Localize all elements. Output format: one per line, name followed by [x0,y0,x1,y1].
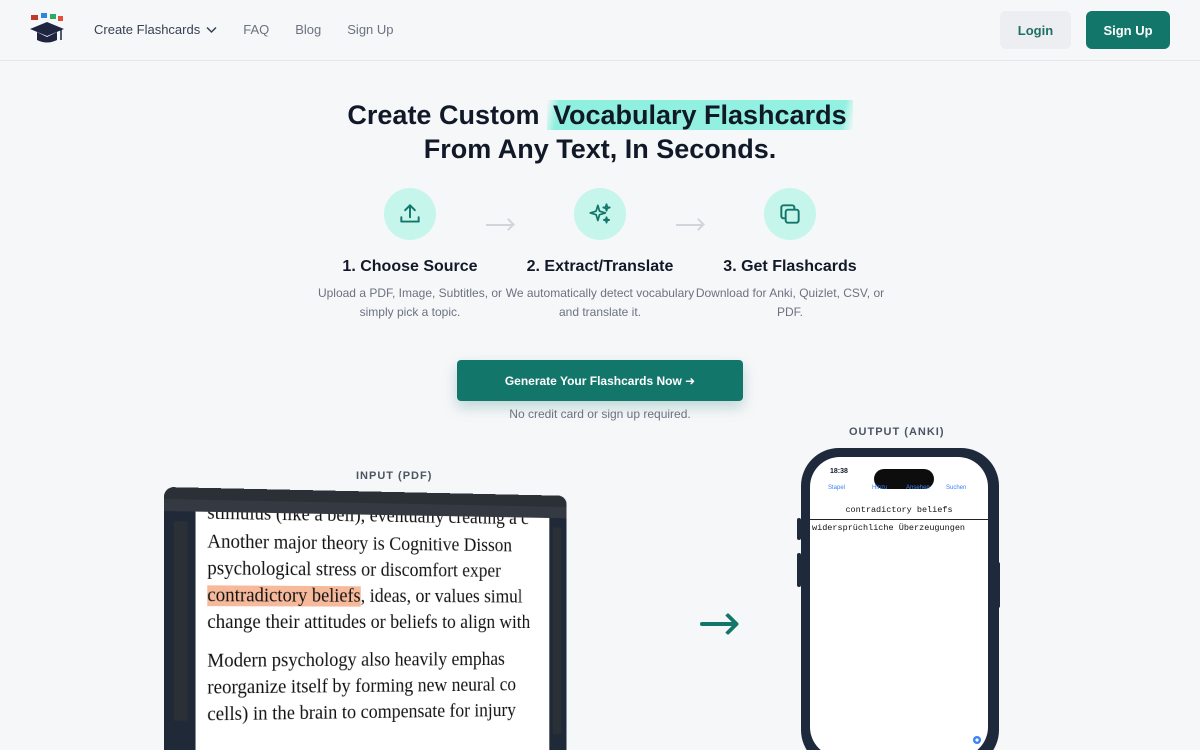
signup-button[interactable]: Sign Up [1086,11,1170,49]
upload-icon [384,188,436,240]
signup-link[interactable]: Sign Up [347,22,393,37]
generate-flashcards-button[interactable]: Generate Your Flashcards Now ➜ [457,360,743,401]
step-title: 3. Get Flashcards [723,258,857,275]
phone-time: 18:38 [830,468,848,475]
hero-title-part1: Create Custom [347,100,540,130]
pdf-line: psychological stress or discomfort exper [207,558,501,582]
pdf-highlight: contradictory beliefs [207,585,361,607]
logo-graduation-cap-icon[interactable] [28,12,66,48]
laptop-pdf-preview: stimulus (like a bell), eventually creat… [164,487,567,750]
phone-screen: 18:38 Stapel Hinzu Ansehen Suchen contra… [810,457,988,750]
anki-tab[interactable]: Ansehen [906,485,930,491]
step-get-flashcards: 3. Get Flashcards Download for Anki, Qui… [695,188,885,321]
create-flashcards-label: Create Flashcards [94,22,201,37]
step-title: 1. Choose Source [342,258,478,275]
pdf-page: stimulus (like a bell), eventually creat… [195,511,550,750]
login-button[interactable]: Login [1000,11,1071,49]
faq-link[interactable]: FAQ [243,22,269,37]
step-description: We automatically detect vocabulary and t… [505,286,695,319]
hero-title-highlight: Vocabulary Flashcards [546,100,853,130]
pdf-line: change their attitudes or beliefs to ali… [207,612,531,633]
sparkles-icon [574,188,626,240]
pdf-tool-palette [173,521,188,721]
create-flashcards-menu[interactable]: Create Flashcards [94,22,217,37]
step-description: Download for Anki, Quizlet, CSV, or PDF. [695,286,885,319]
flashcard-back: widersprüchliche Überzeugungen [812,523,966,533]
step-title: 2. Extract/Translate [526,258,674,275]
anki-tab[interactable]: Hinzu [872,485,887,491]
cta-note: No credit card or sign up required. [509,407,691,421]
pdf-line: Another major theory is Cognitive Disson [207,531,513,557]
copy-icon [764,188,816,240]
hero-title-line2: From Any Text, In Seconds. [423,134,777,164]
pdf-line: cells) in the brain to compensate for in… [207,700,516,726]
hero-title: Create Custom Vocabulary Flashcards From… [0,98,1200,166]
blog-link[interactable]: Blog [295,22,321,37]
phone-anki-preview: 18:38 Stapel Hinzu Ansehen Suchen contra… [801,448,999,750]
step-description: Upload a PDF, Image, Subtitles, or simpl… [317,286,503,319]
output-label: OUTPUT (ANKI) [849,426,945,438]
input-label: INPUT (PDF) [356,470,433,482]
pdf-right-panel [552,527,562,735]
step-choose-source: 1. Choose Source Upload a PDF, Image, Su… [315,188,505,321]
flashcard-front: contradictory beliefs [845,505,953,515]
flashcard-divider [810,519,988,520]
anki-tab[interactable]: Stapel [828,485,845,491]
pdf-line: Modern psychology also heavily emphas [207,649,505,672]
step-extract-translate: 2. Extract/Translate We automatically de… [505,188,695,321]
chevron-down-icon [206,26,217,33]
anki-tab[interactable]: Suchen [946,485,966,491]
gear-icon[interactable] [971,734,983,746]
top-navigation: Create Flashcards FAQ Blog Sign Up Login… [0,0,1200,61]
pdf-line: contradictory beliefs, ideas, or values … [196,582,550,610]
arrow-right-icon [700,622,734,626]
pdf-line-rest: , ideas, or values simul [360,586,523,608]
